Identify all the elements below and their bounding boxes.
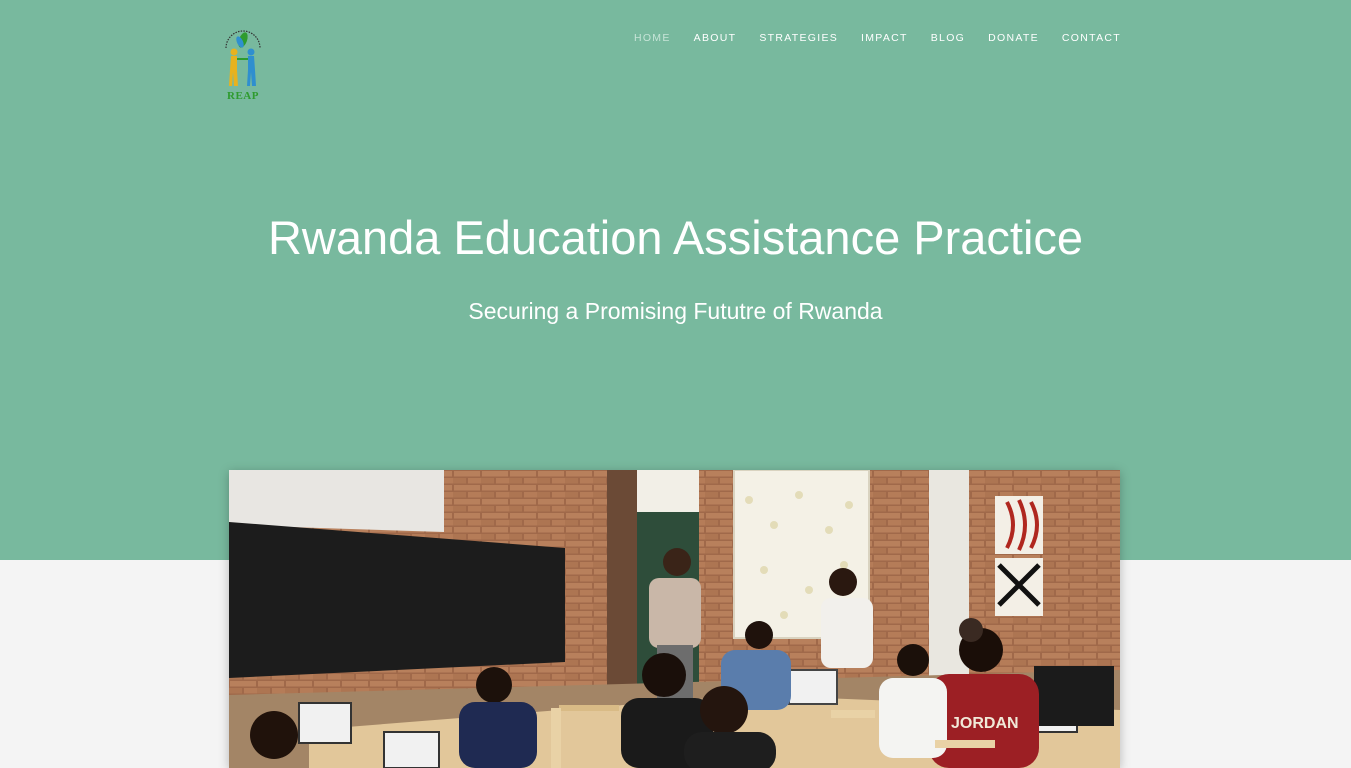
site-logo[interactable]: REAP bbox=[220, 26, 266, 102]
nav-donate[interactable]: DONATE bbox=[988, 31, 1039, 45]
logo-emblem-icon bbox=[225, 30, 261, 86]
nav-blog[interactable]: BLOG bbox=[931, 31, 965, 45]
nav-about[interactable]: ABOUT bbox=[694, 31, 737, 45]
classroom-photo: JORDAN bbox=[229, 470, 1120, 768]
hero-subtitle: Securing a Promising Fututre of Rwanda bbox=[468, 298, 883, 324]
main-nav: HOME ABOUT STRATEGIES IMPACT BLOG DONATE… bbox=[611, 31, 1121, 45]
hero-title: Rwanda Education Assistance Practice bbox=[267, 211, 1084, 264]
nav-impact[interactable]: IMPACT bbox=[861, 31, 908, 45]
nav-strategies[interactable]: STRATEGIES bbox=[759, 31, 838, 45]
nav-home[interactable]: HOME bbox=[634, 31, 671, 45]
nav-contact[interactable]: CONTACT bbox=[1062, 31, 1121, 45]
classroom-illustration: JORDAN bbox=[229, 470, 1120, 768]
logo-text: REAP bbox=[227, 90, 259, 102]
jersey-lettering: JORDAN bbox=[951, 715, 1019, 732]
